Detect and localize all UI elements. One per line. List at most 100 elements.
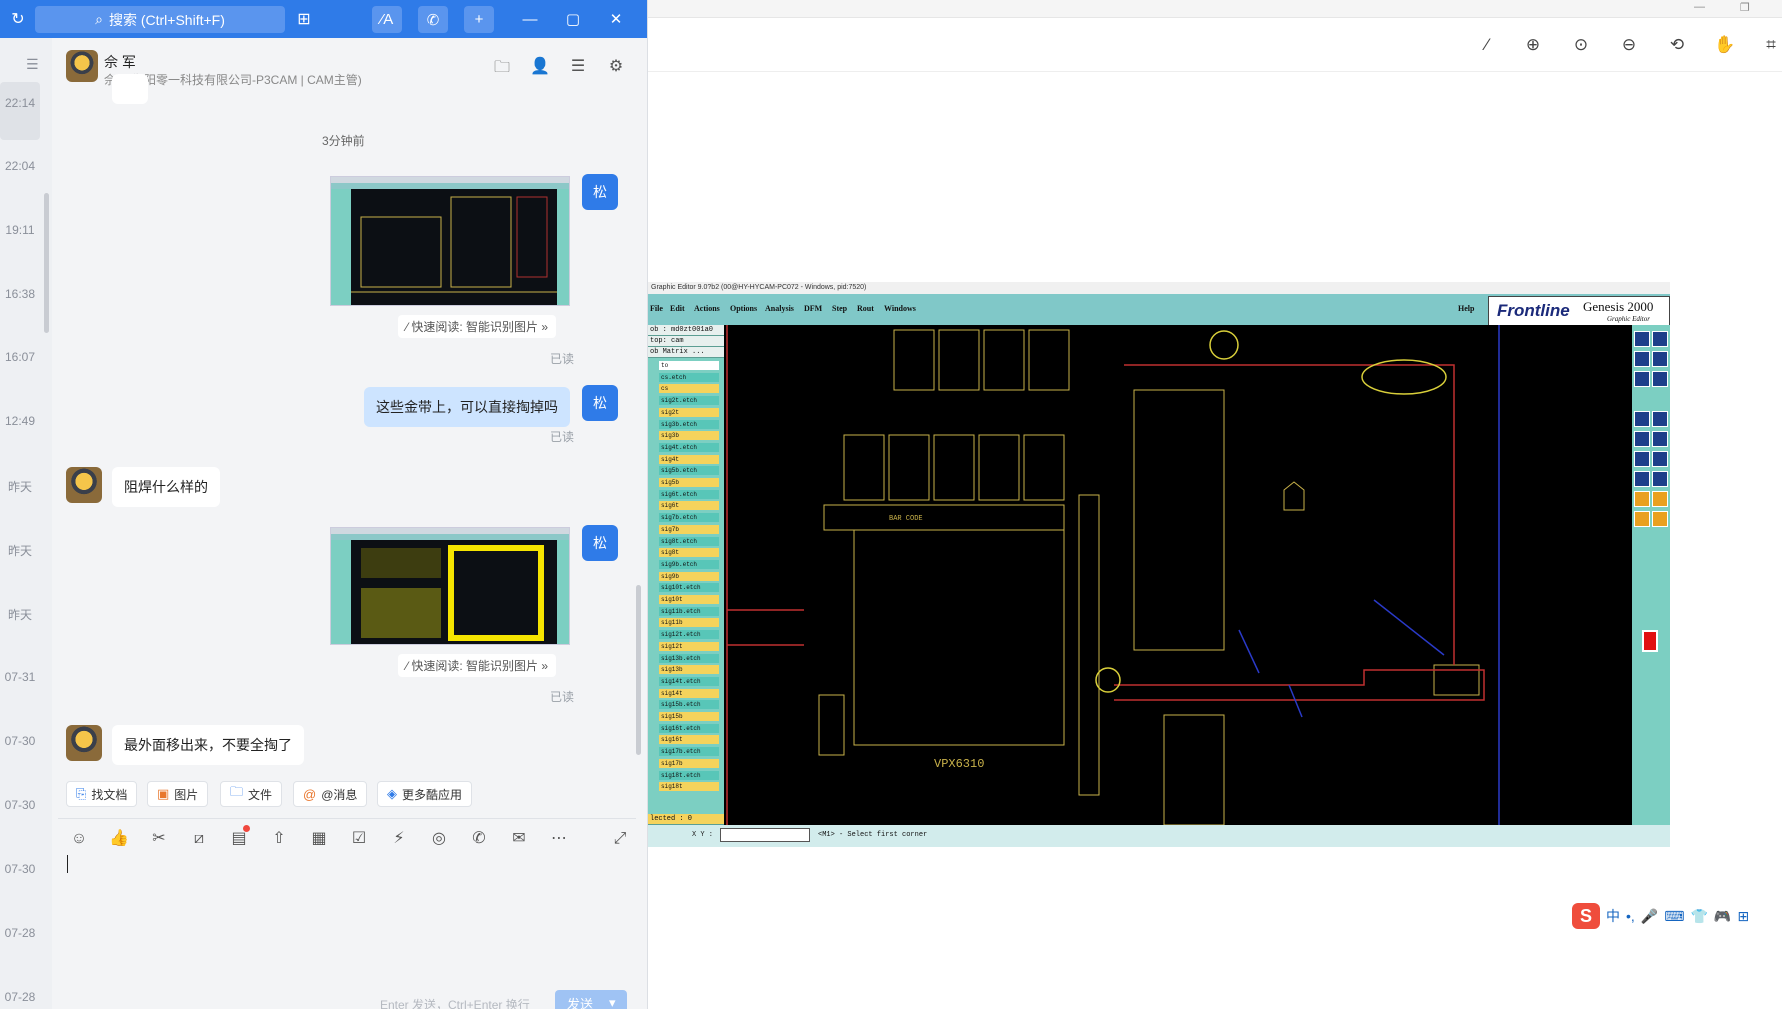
tool-icon[interactable] — [1652, 331, 1668, 347]
ime-chinese-icon[interactable]: 中 — [1606, 906, 1620, 926]
xy-input[interactable] — [720, 828, 810, 842]
contact-avatar[interactable] — [66, 467, 102, 503]
time-item[interactable]: 16:38 — [0, 287, 40, 301]
layer-item[interactable]: sig6t.etch — [659, 489, 719, 499]
ime-mic-icon[interactable]: 🎤 — [1641, 908, 1658, 925]
message-bubble-partial[interactable] — [112, 74, 148, 104]
apps-icon[interactable]: ⊞ — [286, 0, 322, 38]
close-icon[interactable]: ✕ — [598, 0, 634, 38]
layer-item[interactable]: sig11b.etch — [659, 606, 719, 616]
ge-menu-file[interactable]: File — [650, 304, 663, 313]
quick-read-link[interactable]: ⁄ 快速阅读: 智能识别图片 » — [398, 654, 557, 677]
ge-menu-options[interactable]: Options — [730, 304, 757, 313]
ge-menu-help[interactable]: Help — [1458, 304, 1474, 313]
matrix-info[interactable]: ob Matrix ... — [648, 347, 724, 358]
image-message[interactable] — [330, 527, 570, 645]
magic-wand-icon[interactable]: ⁄ — [1474, 32, 1500, 58]
image-button[interactable]: ▣ 图片 — [147, 781, 209, 807]
time-item[interactable]: 昨天 — [0, 542, 40, 559]
tool-icon[interactable] — [1634, 451, 1650, 467]
tool-icon[interactable] — [1634, 471, 1650, 487]
contact-avatar[interactable] — [66, 50, 98, 82]
ge-menu-rout[interactable]: Rout — [857, 304, 874, 313]
layer-item[interactable]: sig8t.etch — [659, 536, 719, 546]
my-avatar[interactable]: 松 — [582, 385, 618, 421]
layer-item[interactable]: sig9b.etch — [659, 559, 719, 569]
ime-keyboard-icon[interactable]: ⌨ — [1664, 908, 1684, 925]
call-button[interactable]: ✆ — [418, 6, 448, 33]
ge-menu-step[interactable]: Step — [832, 304, 847, 313]
settings-gear-icon[interactable]: ⚙ — [602, 56, 630, 84]
message-input[interactable] — [58, 848, 636, 988]
layer-item[interactable]: sig18t — [659, 782, 719, 792]
layer-item[interactable]: sig9b — [659, 571, 719, 581]
time-item[interactable]: 07-28 — [0, 990, 40, 1004]
tool-icon[interactable] — [1652, 371, 1668, 387]
ge-menu-actions[interactable]: Actions — [694, 304, 720, 313]
layer-item[interactable]: to — [659, 361, 719, 370]
layer-item[interactable]: sig18t.etch — [659, 770, 719, 780]
tool-icon[interactable] — [1634, 431, 1650, 447]
tool-icon[interactable] — [1634, 411, 1650, 427]
layer-item[interactable]: sig15b.etch — [659, 700, 719, 710]
ge-menu-windows[interactable]: Windows — [884, 304, 916, 313]
tool-icon[interactable] — [1634, 491, 1650, 507]
menu-icon[interactable]: ☰ — [26, 56, 39, 73]
layer-item[interactable]: sig12t.etch — [659, 630, 719, 640]
my-avatar[interactable]: 松 — [582, 174, 618, 210]
layer-item[interactable]: sig2t.etch — [659, 396, 719, 406]
layer-item[interactable]: sig6t — [659, 501, 719, 511]
tool-icon[interactable] — [1634, 371, 1650, 387]
sogou-ime-icon[interactable]: S — [1572, 903, 1600, 929]
layer-item[interactable]: sig7b.etch — [659, 513, 719, 523]
layer-item[interactable]: sig11b — [659, 618, 719, 628]
time-item[interactable]: 07-31 — [0, 670, 40, 684]
layer-item[interactable]: cs.etch — [659, 372, 719, 382]
time-item[interactable]: 07-30 — [0, 734, 40, 748]
quick-read-link[interactable]: ⁄ 快速阅读: 智能识别图片 » — [398, 315, 557, 338]
tool-icon[interactable] — [1634, 351, 1650, 367]
add-member-icon[interactable]: 👤 — [526, 56, 554, 84]
layer-item[interactable]: sig14t — [659, 688, 719, 698]
layer-item[interactable]: sig13b — [659, 665, 719, 675]
time-item[interactable]: 22:14 — [0, 82, 40, 140]
tool-icon[interactable] — [1652, 511, 1668, 527]
time-item[interactable]: 22:04 — [0, 159, 40, 173]
layer-item[interactable]: cs — [659, 384, 719, 394]
zoom-out-icon[interactable]: ⊖ — [1616, 32, 1642, 58]
folder-icon[interactable]: 🗀 — [488, 56, 516, 84]
layer-item[interactable]: sig10t.etch — [659, 583, 719, 593]
layer-item[interactable]: sig8t — [659, 548, 719, 558]
layer-item[interactable]: sig5b — [659, 478, 719, 487]
viewer-minimize-icon[interactable]: — — [1694, 1, 1705, 13]
hand-icon[interactable]: ✋ — [1712, 32, 1738, 58]
ime-punct-icon[interactable]: •, — [1626, 908, 1635, 924]
layer-item[interactable]: sig12t — [659, 641, 719, 651]
message-bubble[interactable]: 阻焊什么样的 — [112, 467, 220, 507]
layer-item[interactable]: sig7b — [659, 524, 719, 534]
layer-item[interactable]: sig17b — [659, 758, 719, 768]
tool-icon[interactable] — [1652, 471, 1668, 487]
tool-icon[interactable] — [1652, 491, 1668, 507]
search-history-icon[interactable]: ☰ — [564, 56, 592, 84]
viewer-restore-icon[interactable]: ❐ — [1740, 1, 1750, 14]
my-avatar[interactable]: 松 — [582, 525, 618, 561]
time-item[interactable]: 07-28 — [0, 926, 40, 940]
add-button[interactable]: + — [464, 6, 494, 33]
more-apps-button[interactable]: ◈ 更多酷应用 — [377, 781, 473, 807]
ge-menu-dfm[interactable]: DFM — [804, 304, 822, 313]
zoom-in-icon[interactable]: ⊕ — [1520, 32, 1546, 58]
contact-avatar[interactable] — [66, 725, 102, 761]
send-button[interactable]: 发送 ▾ — [555, 990, 627, 1009]
ime-menu-icon[interactable]: ⊞ — [1737, 908, 1749, 925]
ime-skin-icon[interactable]: 👕 — [1690, 908, 1707, 925]
rail-scrollbar[interactable] — [44, 193, 49, 333]
time-item[interactable]: 12:49 — [0, 414, 40, 428]
search-input[interactable]: ⌕ 搜索 (Ctrl+Shift+F) — [35, 6, 285, 33]
image-message[interactable] — [330, 176, 570, 306]
chat-scrollbar[interactable] — [636, 585, 641, 755]
tool-icon[interactable] — [1634, 331, 1650, 347]
tool-icon[interactable] — [1652, 451, 1668, 467]
mention-button[interactable]: @ @消息 — [293, 781, 368, 807]
layer-item[interactable]: sig15b — [659, 712, 719, 721]
